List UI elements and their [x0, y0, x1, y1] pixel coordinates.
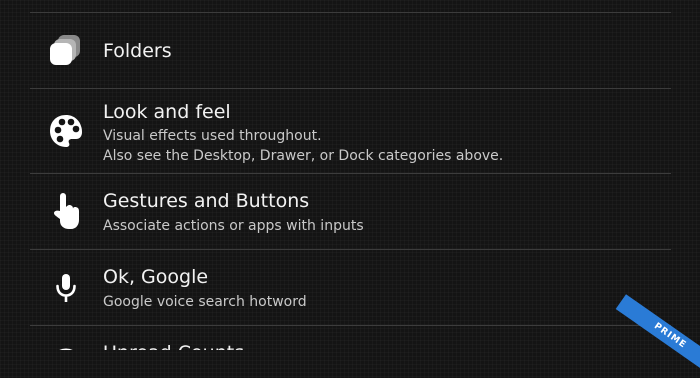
settings-item-folders[interactable]: Folders	[30, 13, 671, 88]
settings-item-subtitle: Associate actions or apps with inputs	[103, 218, 364, 234]
settings-item-title: Folders	[103, 40, 172, 62]
settings-item-subtitle: Also see the Desktop, Drawer, or Dock ca…	[103, 148, 504, 164]
settings-item-title: Gestures and Buttons	[103, 190, 310, 212]
settings-item-ok-google[interactable]: Ok, Google Google voice search hotword	[30, 250, 671, 325]
microphone-icon	[46, 268, 86, 308]
settings-item-gestures-and-buttons[interactable]: Gestures and Buttons Associate actions o…	[30, 174, 671, 249]
palette-icon	[46, 111, 86, 151]
settings-item-title: Unread Counts	[103, 342, 244, 350]
settings-item-title: Ok, Google	[103, 266, 209, 288]
gesture-hand-icon	[46, 191, 86, 231]
settings-item-look-and-feel[interactable]: Look and feel Visual effects used throug…	[30, 89, 671, 173]
unread-counts-icon	[46, 344, 86, 350]
folders-icon	[46, 31, 86, 71]
settings-item-title: Look and feel	[103, 101, 231, 123]
settings-item-subtitle: Google voice search hotword	[103, 294, 307, 310]
settings-item-subtitle: Visual effects used throughout.	[103, 128, 322, 144]
settings-item-unread-counts[interactable]: Unread Counts	[30, 326, 671, 350]
